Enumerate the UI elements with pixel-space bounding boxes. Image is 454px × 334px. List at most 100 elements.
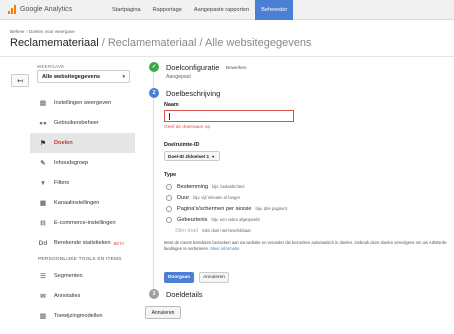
flag-icon: ⚑ [40,140,46,147]
sidebar-item-label: Inhoudsgroep [54,160,89,166]
footnote-text: Meet de meest betrokken bezoeken aan uw … [164,240,448,251]
sidebar-item-toewijzingmodellen[interactable]: ▥ Toewijzingmodellen [30,306,135,326]
goal-slot-value: Doel-ID 2/doelset 1 [168,153,210,159]
continue-button[interactable]: Doorgaan [164,272,194,283]
page-title-sub: / Reclamemateriaal / Alle websitegegeven… [98,37,312,49]
smart-goal-note: Slim doel niet beschikbaar [202,228,251,233]
radio-button[interactable] [166,183,172,190]
sidebar-item-filters[interactable]: ▼ Filters [30,173,135,193]
brand[interactable]: Google Analytics [0,5,106,14]
radio-button[interactable] [166,205,172,212]
radio-button[interactable] [166,216,172,223]
breadcrumb[interactable]: Beheer › Doelen voor weergave [10,29,75,34]
type-option-bestemming[interactable]: Bestemming bijv. bedankt.html [166,182,244,191]
type-option-label: Gebeurtenis [177,216,208,223]
cancel-step-button[interactable]: Annuleren [199,272,229,283]
sidebar-item-label: Gebruikersbeheer [54,120,99,126]
sidebar-item-label: Berekende statistieken [54,240,111,246]
sidebar-item-segmenten[interactable]: ☰ Segmenten [30,266,135,286]
type-option-label: Duur [177,194,190,201]
smart-goal-footnote: Meet de meest betrokken bezoeken aan uw … [164,240,450,252]
type-option-gebeurtenis[interactable]: Gebeurtenis bijv. een video afgespeeld [166,215,260,224]
view-select[interactable]: Alle websitegegevens ▾ [37,70,130,83]
document-icon: ▤ [39,100,47,107]
sidebar-item-label: E-commerce-instellingen [54,220,116,226]
name-label: Naam [164,102,179,108]
sidebar-item-label: Kanaalinstellingen [54,200,100,206]
step3-title: Doeldetails [166,290,203,299]
type-option-example: bijv. een video afgespeeld [211,217,260,222]
sidebar-item-annotaties[interactable]: ✉ Annotaties [30,286,135,306]
more-info-link[interactable]: Meer informatie [210,246,239,251]
type-option-label: Slim doel [175,227,199,234]
check-icon: ✓ [149,62,159,72]
chevron-down-icon: ▾ [212,153,215,159]
users-icon: ●● [39,119,47,127]
sidebar-item-instellingen-weergeven[interactable]: ▤ Instellingen weergeven [30,93,135,113]
filter-icon: ▼ [39,179,47,187]
goal-name-input[interactable] [164,110,294,122]
attribution-icon: ▥ [39,313,47,320]
chevron-down-icon: ▾ [122,73,125,80]
sidebar-nav: ▤ Instellingen weergeven ●● Gebruikersbe… [30,93,135,326]
view-label: WEERGAVE [37,64,65,69]
sidebar-item-label: Doelen [54,140,73,146]
step1-title: Doelconfiguratie [166,63,220,72]
type-option-label: Pagina's/schermen per sessie [177,205,252,212]
tab-aangepaste-rapporten[interactable]: Aangepaste rapporten [188,0,255,20]
sidebar-item-kanaalinstellingen[interactable]: ▦ Kanaalinstellingen [30,193,135,213]
section-header-personal-tools: PERSOONLIJKE TOOLS EN ITEMS [38,257,122,262]
step2-number: 2 [149,88,159,98]
goal-slot-label: Doelruimte-ID [164,142,200,148]
radio-button[interactable] [166,194,172,201]
goal-slot-select[interactable]: Doel-ID 2/doelset 1 ▾ [164,151,220,161]
page-title: Reclamemateriaal / Reclamemateriaal / Al… [10,37,311,49]
sidebar-item-label: Instellingen weergeven [54,100,112,106]
step3-number: 3 [149,289,159,299]
step2-title: Doelbeschrijving [166,89,221,98]
channel-icon: ▦ [39,200,47,207]
step1-status: Aangepast [166,74,191,80]
app-name: Google Analytics [20,6,73,13]
arrow-left-icon: ↤ [17,77,23,85]
type-option-example: bijv. vijf minuten of langer [193,195,241,200]
sidebar: ↤ WEERGAVE Alle websitegegevens ▾ ▤ Inst… [0,57,135,334]
step1-edit-link[interactable]: Bewerken [226,65,246,70]
type-option-duur[interactable]: Duur bijv. vijf minuten of langer [166,193,240,202]
sidebar-item-gebruikersbeheer[interactable]: ●● Gebruikersbeheer [30,113,135,133]
analytics-logo-icon [8,5,16,14]
main-nav: Startpagina Rapportage Aangepaste rappor… [106,0,294,20]
view-select-value: Alle websitegegevens [42,73,101,80]
steps-connector [153,67,154,298]
sidebar-item-label: Segmenten [54,273,83,279]
back-button[interactable]: ↤ [11,74,29,87]
cart-icon: ⊟ [40,220,46,227]
goal-setup-panel: ✓ Doelconfiguratie Bewerken Aangepast 2 … [145,57,454,334]
sidebar-item-label: Filters [54,180,70,186]
dd-icon: Dd [38,239,48,247]
type-option-label: Bestemming [177,183,209,190]
sidebar-item-doelen[interactable]: ⚑ Doelen [30,133,135,153]
sidebar-item-label: Toewijzingmodellen [54,313,103,319]
top-bar: Google Analytics Startpagina Rapportage … [0,0,454,20]
type-option-example: bijv. bedankt.html [212,184,245,189]
page-title-main: Reclamemateriaal [10,37,99,49]
content-group-icon: ✎ [40,160,46,167]
sidebar-item-berekende-statistieken[interactable]: Dd Berekende statistieken BETA [30,233,135,253]
type-option-example: bijv. drie pagina's [255,206,288,211]
beta-badge: BETA [113,240,125,246]
tab-startpagina[interactable]: Startpagina [106,0,147,20]
type-label: Type [164,172,177,178]
sidebar-item-inhoudsgroep[interactable]: ✎ Inhoudsgroep [30,153,135,173]
cancel-button[interactable]: Annuleren [145,306,181,319]
annotations-icon: ✉ [40,293,46,300]
tab-beheerder[interactable]: Beheerder [255,0,294,20]
segments-icon: ☰ [40,273,46,280]
text-cursor [169,113,170,120]
type-option-paginas[interactable]: Pagina's/schermen per sessie bijv. drie … [166,204,287,213]
name-error: Geef de doelnaam op [164,125,211,130]
sidebar-item-label: Annotaties [54,293,81,299]
tab-rapportage[interactable]: Rapportage [147,0,188,20]
type-option-slim-doel: Slim doel Slim doel niet beschikbaar [175,226,251,235]
sidebar-item-ecommerce[interactable]: ⊟ E-commerce-instellingen [30,213,135,233]
